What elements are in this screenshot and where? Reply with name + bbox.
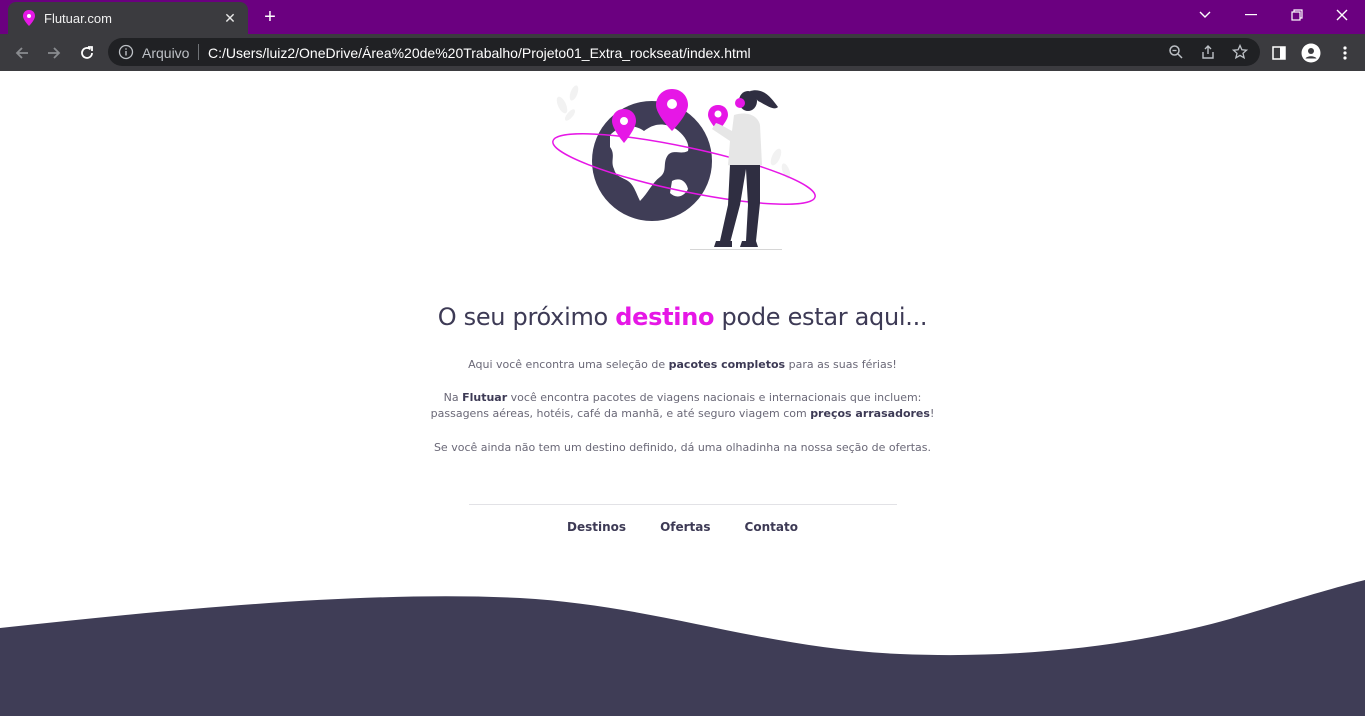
profile-icon[interactable] bbox=[1300, 42, 1322, 64]
footer-nav: Destinos Ofertas Contato bbox=[0, 520, 1365, 534]
nav-link-destinos[interactable]: Destinos bbox=[567, 520, 626, 534]
browser-toolbar: Arquivo C:/Users/luiz2/OneDrive/Área%20d… bbox=[0, 34, 1365, 71]
arrow-right-icon bbox=[48, 47, 61, 59]
p2-line2-text: passagens aéreas, hotéis, café da manhã,… bbox=[430, 407, 807, 420]
zoom-icon[interactable] bbox=[1166, 42, 1186, 62]
headline-text-start: O seu próximo bbox=[437, 303, 608, 331]
intro-paragraph-1: Aqui você encontra uma seleção de pacote… bbox=[0, 357, 1365, 373]
page-headline: O seu próximo destino pode estar aqui... bbox=[0, 303, 1365, 331]
reload-button[interactable] bbox=[74, 40, 100, 66]
browser-tab[interactable]: Flutuar.com ✕ bbox=[8, 2, 248, 34]
minimize-button[interactable] bbox=[1228, 0, 1274, 30]
tab-strip: Flutuar.com ✕ + bbox=[0, 0, 1365, 34]
star-icon[interactable] bbox=[1230, 42, 1250, 62]
menu-icon[interactable] bbox=[1334, 42, 1356, 64]
chevron-down-icon bbox=[1199, 11, 1211, 18]
map-pin-icon bbox=[23, 10, 35, 26]
p1-text-end: para as suas férias! bbox=[788, 358, 897, 371]
p2-line2-end: ! bbox=[929, 407, 935, 420]
address-bar[interactable]: Arquivo C:/Users/luiz2/OneDrive/Área%20d… bbox=[108, 38, 1260, 66]
reload-icon bbox=[81, 46, 93, 59]
footer-divider bbox=[469, 504, 897, 505]
intro-paragraph-3: Se você ainda não tem um destino definid… bbox=[433, 441, 932, 454]
tab-title: Flutuar.com bbox=[44, 11, 112, 26]
side-panel-icon[interactable] bbox=[1268, 42, 1290, 64]
headline-accent: destino bbox=[615, 303, 715, 331]
forward-button[interactable] bbox=[41, 40, 67, 66]
headline-text-end: pode estar aqui... bbox=[721, 303, 928, 331]
p2-text-mid: você encontra pacotes de viagens naciona… bbox=[510, 391, 922, 404]
p1-text: Aqui você encontra uma seleção de bbox=[468, 358, 666, 371]
restore-icon bbox=[1291, 9, 1303, 21]
share-icon[interactable] bbox=[1198, 42, 1218, 62]
restore-button[interactable] bbox=[1274, 0, 1320, 30]
nav-link-ofertas[interactable]: Ofertas bbox=[660, 520, 710, 534]
footer-wave bbox=[0, 580, 1365, 716]
page-content: O seu próximo destino pode estar aqui...… bbox=[0, 71, 1365, 716]
new-tab-button[interactable]: + bbox=[258, 5, 282, 29]
hero-illustration bbox=[552, 85, 816, 250]
address-separator bbox=[198, 44, 199, 60]
p1-bold: pacotes completos bbox=[668, 358, 786, 371]
close-icon bbox=[1336, 9, 1348, 21]
close-window-button[interactable] bbox=[1319, 0, 1365, 30]
address-scheme: Arquivo bbox=[142, 45, 190, 61]
p2-text: Na bbox=[443, 391, 459, 404]
address-url[interactable]: C:/Users/luiz2/OneDrive/Área%20de%20Trab… bbox=[208, 45, 751, 61]
back-button[interactable] bbox=[9, 40, 35, 66]
info-icon[interactable] bbox=[118, 44, 134, 60]
intro-paragraph-2: Na Flutuar você encontra pacotes de viag… bbox=[0, 390, 1365, 422]
close-tab-icon[interactable]: ✕ bbox=[220, 8, 240, 28]
tab-search-button[interactable] bbox=[1182, 0, 1228, 30]
arrow-left-icon bbox=[15, 47, 28, 59]
p2-brand: Flutuar bbox=[462, 391, 508, 404]
p2-bold: preços arrasadores bbox=[810, 407, 930, 420]
nav-link-contato[interactable]: Contato bbox=[745, 520, 798, 534]
minimize-icon bbox=[1245, 14, 1257, 16]
